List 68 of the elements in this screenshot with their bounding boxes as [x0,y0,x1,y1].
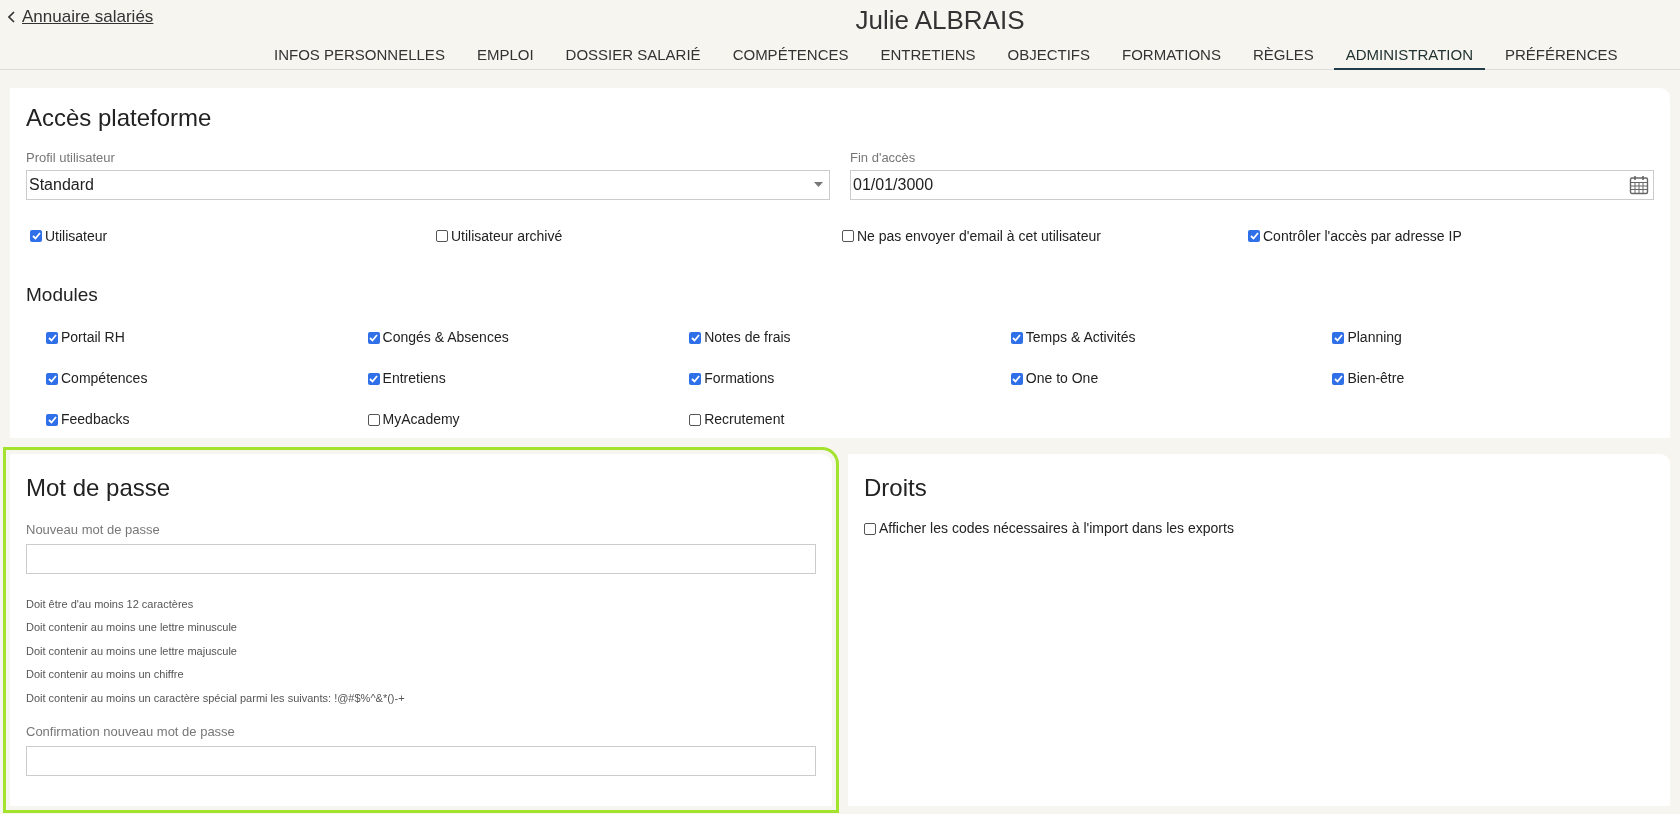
checkbox-label: Feedbacks [61,410,130,429]
checkbox[interactable] [46,372,58,385]
nav-tab[interactable]: RÈGLES [1240,44,1326,70]
checkbox-label: Compétences [61,369,148,388]
checkbox-label: Afficher les codes nécessaires à l'import dans les exports [879,519,1234,538]
nav-tab[interactable]: DOSSIER SALARIÉ [553,44,713,70]
checkbox-label: Portail RH [61,328,125,347]
employee-name: Julie ALBRAIS [855,4,1025,37]
checkbox[interactable] [367,372,380,385]
password-rule: Doit contenir au moins un chiffre [26,667,185,682]
checkbox[interactable] [1332,372,1345,385]
checkbox-label: One to One [1025,369,1099,388]
checkbox[interactable] [46,413,58,426]
field-label: Profil utilisateur [26,149,116,167]
checkbox-label: Entretiens [382,369,446,388]
dropdown-arrow-icon [814,182,823,187]
checkbox[interactable] [367,331,380,344]
checkbox[interactable] [436,230,448,242]
checkbox-label: Congés & Absences [382,328,509,347]
confirm-password-field[interactable] [26,745,816,776]
checkbox-label: Planning [1347,328,1402,347]
section-title: Accès plateforme [26,103,213,133]
checkbox[interactable] [689,331,702,344]
section-subtitle: Modules [26,282,99,307]
checkbox[interactable] [842,230,854,242]
checkbox-label: Ne pas envoyer d'email à cet utilisateur [857,226,1101,246]
new-password-field[interactable] [26,543,816,574]
nav-tab[interactable]: INFOS PERSONNELLES [262,44,457,70]
back-link[interactable]: Annuaire salariés [8,4,154,30]
checkbox[interactable] [1248,230,1260,242]
checkbox[interactable] [46,331,58,344]
nav-tab[interactable]: ENTRETIENS [868,44,988,70]
calendar-icon[interactable] [1629,174,1649,195]
date-field[interactable]: 01/01/3000 [850,169,1654,200]
checkbox-label: Contrôler l'accès par adresse IP [1263,226,1462,246]
checkbox-label: MyAcademy [382,410,460,429]
field-label: Confirmation nouveau mot de passe [26,723,236,741]
nav-tab[interactable]: PRÉFÉRENCES [1493,44,1630,70]
checkbox[interactable] [1332,331,1345,344]
checkbox-label: Bien-être [1347,369,1405,388]
nav-tab[interactable]: EMPLOI [464,44,546,70]
checkbox[interactable] [367,413,380,426]
nav-tab[interactable]: COMPÉTENCES [720,44,861,70]
password-rule: Doit être d'au moins 12 caractères [26,596,195,612]
checkbox[interactable] [1010,331,1023,344]
password-rule: Doit contenir au moins une lettre minuscule [26,620,238,635]
checkbox-label: Temps & Activités [1025,328,1136,347]
checkbox-label: Utilisateur archivé [451,226,563,246]
checkbox[interactable] [1010,372,1023,385]
nav-tab[interactable]: FORMATIONS [1110,44,1233,70]
field-label: Nouveau mot de passe [26,521,161,539]
field-label: Fin d'accès [850,149,917,167]
chevron-left-icon [8,10,16,23]
checkbox-label: Utilisateur [45,226,108,246]
section-title: Mot de passe [26,473,172,503]
nav-tab[interactable]: ADMINISTRATION [1333,44,1485,70]
checkbox[interactable] [864,522,876,535]
checkbox[interactable] [689,372,702,385]
checkbox[interactable] [30,230,42,242]
section-title: Droits [864,473,928,503]
checkbox-label: Recrutement [704,410,785,429]
checkbox[interactable] [689,413,702,426]
password-rule: Doit contenir au moins un caractère spécial parmi les suivants: !@#$%^&*()-+ [26,690,406,706]
nav-tab[interactable]: OBJECTIFS [995,44,1102,70]
profile-select[interactable]: Standard [26,169,830,200]
checkbox-label: Formations [704,369,775,388]
password-rule: Doit contenir au moins une lettre majuscule [26,643,238,659]
checkbox-label: Notes de frais [704,328,791,347]
